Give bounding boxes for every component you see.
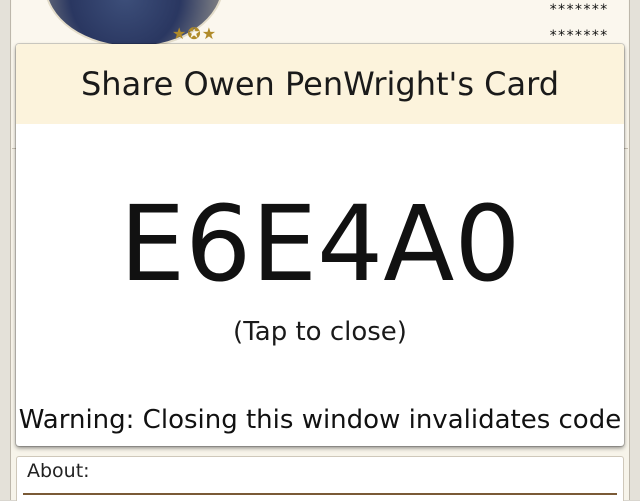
about-divider (23, 493, 617, 495)
about-label: About: (27, 460, 90, 482)
stars-badge-icon: ★✪★ (172, 24, 218, 43)
share-card-modal[interactable]: Share Owen PenWright's Card E6E4A0 (Tap … (16, 44, 624, 446)
warning-text: Warning: Closing this window invalidates… (18, 405, 622, 435)
modal-header: Share Owen PenWright's Card (16, 44, 624, 124)
tap-to-close-hint[interactable]: (Tap to close) (16, 312, 624, 352)
share-code: E6E4A0 (119, 183, 521, 305)
masked-field-1: ******* (548, 2, 608, 18)
masked-field-2: ******* (548, 28, 608, 44)
about-section: About: (16, 456, 624, 501)
right-rail (629, 0, 640, 500)
modal-title: Share Owen PenWright's Card (80, 65, 560, 103)
left-rail (0, 0, 11, 500)
